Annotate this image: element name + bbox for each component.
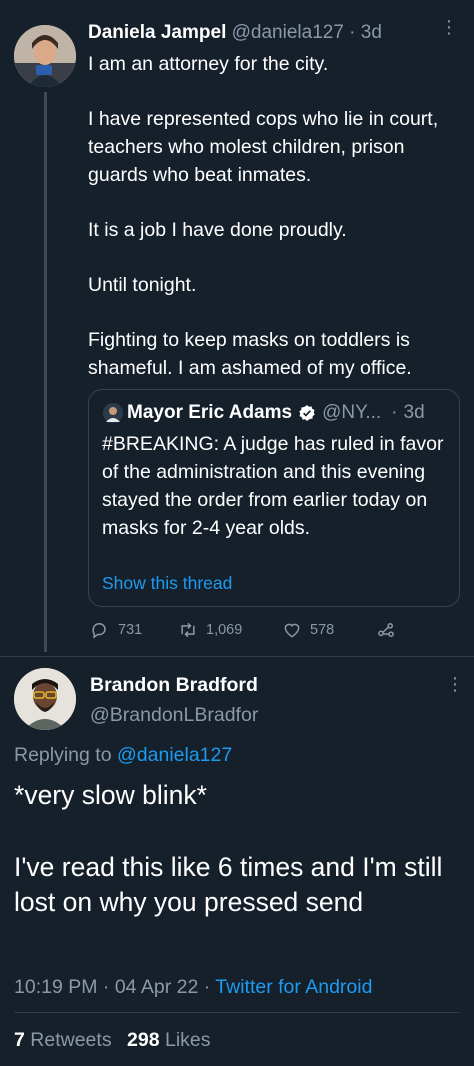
reply-line: *very slow blink*: [14, 780, 207, 810]
tweet-meta: 10:19 PM · 04 Apr 22 · Twitter for Andro…: [14, 976, 372, 999]
avatar[interactable]: [14, 25, 76, 87]
author-handle[interactable]: @daniela127: [232, 22, 344, 43]
author-name[interactable]: Daniela Jampel: [88, 22, 226, 43]
quoted-author-name: Mayor Eric Adams: [127, 402, 293, 423]
likes-count: 298: [127, 1029, 160, 1051]
separator: ·: [203, 976, 211, 998]
separator: ·: [391, 402, 398, 423]
quoted-tweet-text: #BREAKING: A judge has ruled in favor of…: [102, 433, 444, 539]
replying-prefix: Replying to: [14, 744, 112, 766]
quoted-avatar: [103, 403, 123, 423]
reply-line: I've read this like 6 times and I'm stil…: [14, 852, 443, 917]
verified-icon: [299, 405, 315, 421]
replying-to-link[interactable]: @daniela127: [117, 744, 232, 766]
tweet-source[interactable]: Twitter for Android: [215, 976, 372, 998]
tweet-paragraph: I am an attorney for the city.: [88, 53, 329, 75]
retweets-stat[interactable]: 7 Retweets: [14, 1029, 117, 1051]
like-button[interactable]: 578: [282, 620, 334, 640]
quoted-tweet[interactable]: Mayor Eric Adams @NY... · 3d #BREAKING: …: [88, 389, 460, 607]
divider: [14, 1012, 460, 1013]
reply-count: 731: [118, 622, 143, 638]
retweets-label: Retweets: [30, 1029, 112, 1051]
retweet-button[interactable]: 1,069: [178, 620, 242, 640]
show-thread-link[interactable]: Show this thread: [102, 573, 232, 594]
more-options-icon[interactable]: ⋮: [440, 18, 458, 36]
quoted-author-handle: @NY...: [322, 402, 382, 423]
quoted-tweet-header: Mayor Eric Adams @NY... · 3d: [103, 402, 425, 424]
share-button[interactable]: [376, 620, 404, 640]
quoted-timestamp: 3d: [403, 402, 425, 423]
thread-line: [44, 92, 47, 652]
replying-to: Replying to @daniela127: [14, 744, 232, 767]
tweet-header: Daniela Jampel @daniela127 · 3d: [88, 22, 382, 44]
author-handle[interactable]: @BrandonLBradfor: [90, 704, 258, 727]
avatar[interactable]: [14, 668, 76, 730]
share-icon: [378, 623, 394, 637]
tweet-paragraph: I have represented cops who lie in court…: [88, 108, 439, 186]
tweet-text: I am an attorney for the city. I have re…: [88, 50, 458, 382]
author-name[interactable]: Brandon Bradford: [90, 674, 258, 697]
tweet-paragraph: Fighting to keep masks on toddlers is sh…: [88, 329, 412, 379]
heart-icon: [284, 623, 300, 638]
separator: ·: [102, 976, 110, 998]
tweet-paragraph: It is a job I have done proudly.: [88, 219, 347, 241]
tweet-time[interactable]: 10:19 PM: [14, 976, 97, 998]
reply-text: *very slow blink* I've read this like 6 …: [14, 778, 464, 920]
reply-icon: [92, 623, 106, 639]
tweet-paragraph: Until tonight.: [88, 274, 197, 296]
separator: ·: [349, 22, 356, 43]
timestamp[interactable]: 3d: [361, 22, 382, 43]
likes-label: Likes: [164, 1029, 211, 1051]
like-count: 578: [310, 622, 335, 638]
likes-stat[interactable]: 298 Likes: [127, 1029, 211, 1051]
retweet-count: 1,069: [206, 622, 243, 638]
retweet-icon: [181, 622, 195, 638]
more-options-icon[interactable]: ⋮: [446, 675, 464, 693]
divider: [0, 656, 474, 657]
reply-button[interactable]: 731: [90, 620, 142, 640]
retweets-count: 7: [14, 1029, 25, 1051]
tweet-stats: 7 Retweets 298 Likes: [14, 1029, 211, 1052]
tweet-date[interactable]: 04 Apr 22: [115, 976, 198, 998]
